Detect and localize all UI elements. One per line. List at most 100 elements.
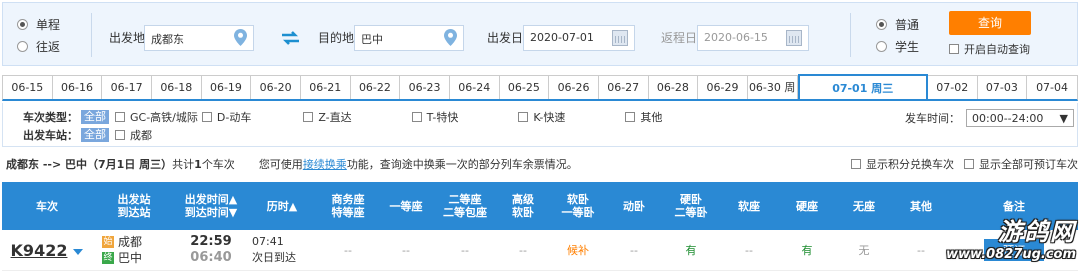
- times-cell: 22:59 06:40: [176, 230, 246, 270]
- station-filter-label: 出发车站：: [23, 129, 78, 142]
- seat-moving-sleeper: --: [630, 243, 638, 257]
- checkbox-icon[interactable]: [201, 112, 212, 122]
- checkbox-icon[interactable]: [411, 112, 422, 122]
- date-tab[interactable]: 06-18: [151, 76, 202, 99]
- date-tab[interactable]: 06-27: [598, 76, 649, 99]
- filter-other[interactable]: 其他: [625, 109, 662, 125]
- seat-business: --: [344, 243, 352, 257]
- calendar-icon[interactable]: [786, 30, 802, 46]
- date-tab[interactable]: 06-28: [648, 76, 699, 99]
- site-watermark: 游鸽网 www.0827ug.com: [946, 218, 1076, 262]
- to-label: 目的地: [318, 31, 355, 45]
- date-tab[interactable]: 06-21: [300, 76, 351, 99]
- seat-hard-sleeper: 有: [685, 244, 697, 257]
- date-tab[interactable]: 06-16: [52, 76, 103, 99]
- checkbox-icon[interactable]: [851, 159, 861, 169]
- checkbox-icon[interactable]: [625, 112, 636, 122]
- location-pin-icon: [444, 29, 457, 46]
- filter-t[interactable]: T-特快: [411, 109, 458, 125]
- date-tab-active[interactable]: 07-01 周三: [797, 74, 928, 99]
- seat-other: --: [917, 243, 925, 257]
- return-date-label: 返程日: [661, 31, 698, 45]
- swap-stations-icon[interactable]: [282, 31, 299, 45]
- calendar-icon[interactable]: [612, 30, 628, 46]
- radio-icon[interactable]: [876, 40, 887, 52]
- col-duration[interactable]: 历时▲: [246, 182, 318, 230]
- depart-date-input[interactable]: 2020-07-01: [523, 25, 635, 51]
- filter-z[interactable]: Z-直达: [303, 109, 352, 125]
- end-station-icon: 终: [102, 252, 114, 264]
- date-tab[interactable]: 06-23: [400, 76, 450, 99]
- depart-time-filter: 发车时间： 00:00--24:00 ▼: [905, 109, 1074, 127]
- query-button[interactable]: 查询: [949, 11, 1031, 35]
- depart-time-select[interactable]: 00:00--24:00 ▼: [966, 109, 1074, 127]
- seat-soft-seat: --: [745, 243, 753, 257]
- radio-icon[interactable]: [17, 18, 28, 30]
- filter-k[interactable]: K-快速: [518, 109, 565, 125]
- one-way-radio[interactable]: 单程: [17, 13, 60, 35]
- checkbox-icon[interactable]: [949, 44, 959, 54]
- date-tab[interactable]: 06-15: [3, 76, 53, 99]
- date-tab[interactable]: 07-02: [927, 76, 978, 99]
- col-second: 二等座 二等包座: [443, 193, 487, 219]
- auto-query-checkbox[interactable]: 开启自动查询: [949, 41, 1030, 57]
- radio-icon[interactable]: [17, 40, 28, 52]
- filter-d[interactable]: D-动车: [201, 109, 251, 125]
- checkbox-icon[interactable]: [115, 130, 125, 140]
- col-times[interactable]: 出发时间▲ 到达时间▼: [176, 182, 246, 230]
- return-date-input[interactable]: 2020-06-15: [697, 25, 809, 51]
- filter-gc[interactable]: GC-高铁/城际: [115, 109, 198, 125]
- trip-type-group: 单程 往返: [17, 13, 60, 57]
- col-moving-sleeper: 动卧: [623, 199, 645, 213]
- col-no-seat: 无座: [853, 199, 875, 213]
- dropdown-arrow-icon: ▼: [1059, 111, 1068, 125]
- to-input[interactable]: 巴中: [354, 25, 464, 51]
- radio-icon[interactable]: [876, 18, 887, 30]
- checkbox-icon[interactable]: [964, 159, 974, 169]
- from-station[interactable]: 成都: [118, 234, 142, 250]
- show-bookable-trains-checkbox[interactable]: 显示全部可预订车次: [964, 156, 1078, 172]
- col-first: 一等座: [389, 199, 423, 213]
- start-station-icon: 始: [102, 236, 114, 248]
- expand-arrow-icon[interactable]: [73, 249, 84, 255]
- filter-panel: 车次类型： 全部 GC-高铁/城际 D-动车 Z-直达 T-特快 K-快速 其他…: [2, 103, 1078, 147]
- date-tab[interactable]: 07-03: [977, 76, 1028, 99]
- seat-hard-seat: 有: [801, 244, 813, 257]
- date-tab[interactable]: 06-30 周: [747, 76, 798, 99]
- passenger-type-group: 普通 学生: [876, 13, 919, 57]
- date-tab[interactable]: 06-26: [549, 76, 599, 99]
- show-points-trains-checkbox[interactable]: 显示积分兑换车次: [851, 156, 954, 172]
- arrive-time: 06:40: [190, 250, 232, 265]
- to-station[interactable]: 巴中: [118, 250, 142, 266]
- checkbox-icon[interactable]: [303, 112, 314, 122]
- train-cell[interactable]: K9422: [2, 230, 92, 270]
- station-all-button[interactable]: 全部: [81, 128, 109, 142]
- seat-soft-sleeper-waitlist[interactable]: 候补: [550, 230, 606, 270]
- col-business: 商务座 特等座: [331, 193, 365, 219]
- checkbox-icon[interactable]: [518, 112, 529, 122]
- checkbox-icon[interactable]: [115, 112, 125, 122]
- date-tab[interactable]: 06-29: [698, 76, 748, 99]
- date-tab[interactable]: 06-17: [102, 76, 152, 99]
- transfer-link[interactable]: 接续换乘: [303, 156, 347, 172]
- date-tab[interactable]: 06-22: [350, 76, 401, 99]
- seat-deluxe-sleeper: --: [519, 243, 527, 257]
- train-number[interactable]: K9422: [11, 241, 68, 260]
- date-tab[interactable]: 06-20: [251, 76, 301, 99]
- date-tab[interactable]: 06-24: [449, 76, 500, 99]
- seat-first: --: [402, 243, 410, 257]
- table-header: 车次 出发站 到达站 出发时间▲ 到达时间▼ 历时▲ 商务座 特等座 一等座 二…: [2, 182, 1078, 230]
- from-input[interactable]: 成都东: [144, 25, 254, 51]
- student-radio[interactable]: 学生: [876, 35, 919, 57]
- duration: 07:41: [252, 235, 284, 248]
- date-tab[interactable]: 06-25: [499, 76, 550, 99]
- duration-cell: 07:41 次日到达: [246, 230, 318, 270]
- station-filter: 出发车站： 全部 成都: [23, 127, 162, 143]
- round-trip-radio[interactable]: 往返: [17, 35, 60, 57]
- train-type-all-button[interactable]: 全部: [81, 110, 109, 124]
- filter-station-chengdu[interactable]: 成都: [115, 127, 152, 143]
- date-tab[interactable]: 06-19: [201, 76, 252, 99]
- adult-radio[interactable]: 普通: [876, 13, 919, 35]
- date-tab[interactable]: 07-04: [1027, 76, 1077, 99]
- train-count: 1: [194, 157, 202, 171]
